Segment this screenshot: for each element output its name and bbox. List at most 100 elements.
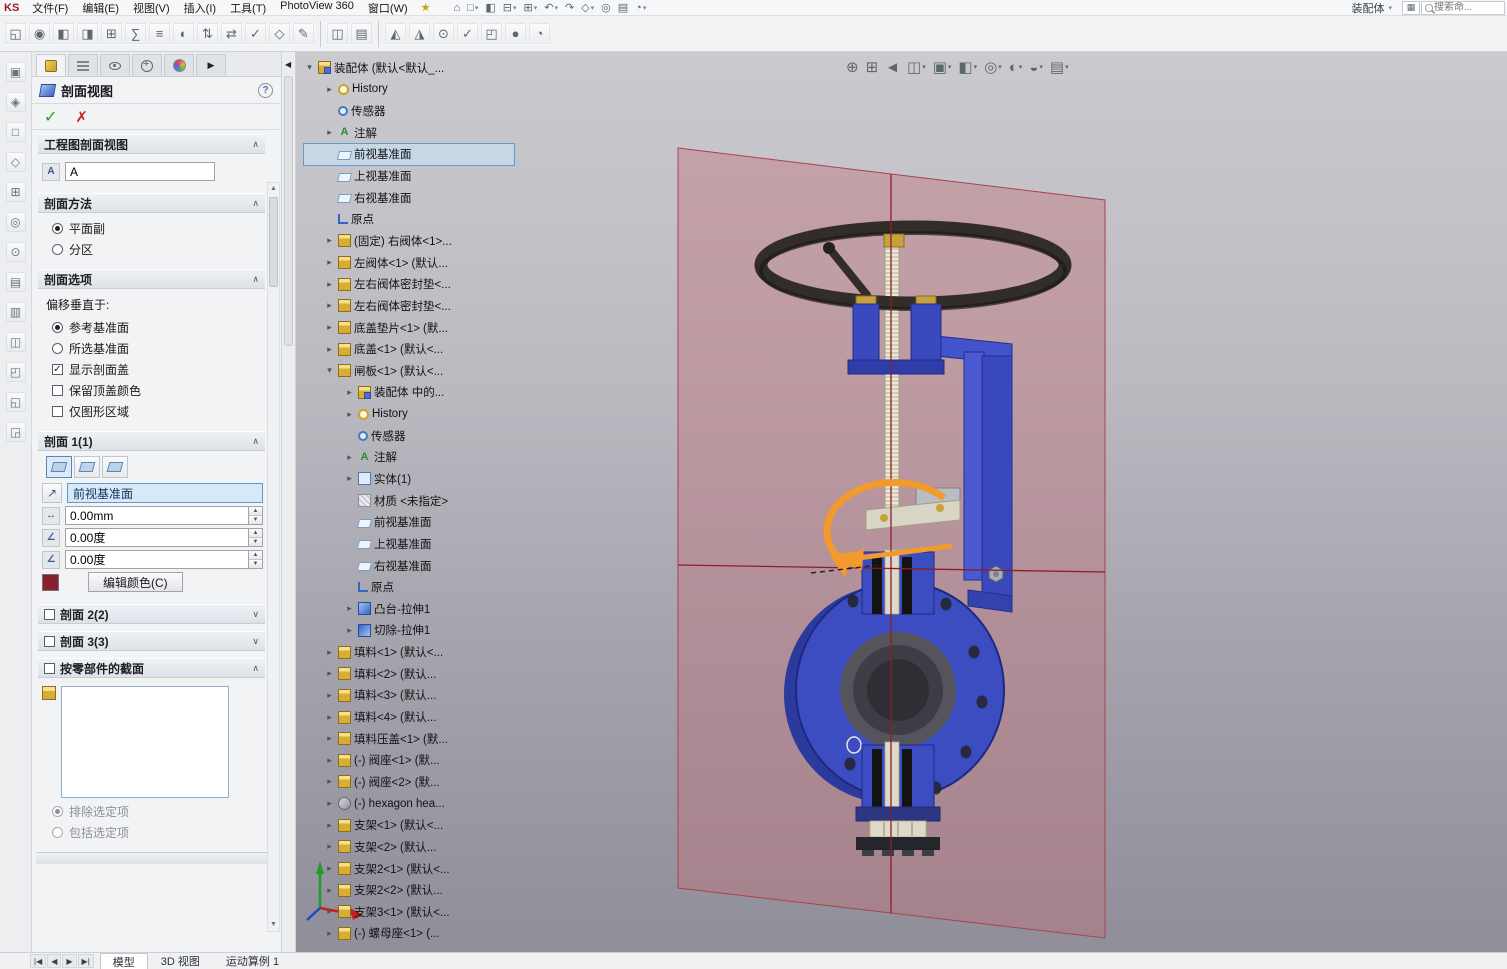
- tree-item[interactable]: ▸ 填料<4> (默认...: [304, 706, 514, 728]
- tool-icon-4[interactable]: ◨: [76, 22, 99, 45]
- expand-arrow-icon[interactable]: ▸: [324, 279, 335, 290]
- collapse-chevron-icon[interactable]: ∨: [252, 609, 259, 620]
- tree-item[interactable]: ▸ 凸台-拉伸1: [304, 598, 514, 620]
- study-nav-button-2[interactable]: ▶: [62, 954, 77, 968]
- view-settings-icon[interactable]: ▤ ▾: [1050, 58, 1069, 76]
- check-option[interactable]: 保留顶盖颜色: [42, 380, 263, 401]
- expand-arrow-icon[interactable]: ▸: [324, 928, 335, 939]
- tool-icon-14[interactable]: ◫: [326, 22, 349, 45]
- tab-collapse[interactable]: ▶: [196, 54, 226, 76]
- radio-option[interactable]: 所选基准面: [42, 338, 263, 359]
- cancel-button[interactable]: ✗: [75, 108, 88, 126]
- side-tool-icon-5[interactable]: ⊞: [5, 182, 26, 202]
- tree-item[interactable]: ▸ 填料<1> (默认<...: [304, 641, 514, 663]
- tree-item[interactable]: ▸ 底盖<1> (默认<...: [304, 338, 514, 360]
- tool-icon-3[interactable]: ◧: [52, 22, 75, 45]
- radio-option[interactable]: 排除选定项: [42, 801, 263, 822]
- chevron-down-icon[interactable]: ▾: [1039, 63, 1043, 71]
- tool-icon-21[interactable]: ●: [504, 22, 527, 45]
- radio-icon[interactable]: [52, 223, 63, 234]
- expand-arrow-icon[interactable]: ▸: [324, 647, 335, 658]
- y-rotation-input[interactable]: [65, 550, 248, 569]
- check-icon[interactable]: [52, 385, 63, 396]
- tool-icon-15[interactable]: ▤: [350, 22, 373, 45]
- tool-icon-12[interactable]: ◇: [268, 22, 291, 45]
- section-label-input[interactable]: [65, 162, 215, 181]
- expand-arrow-icon[interactable]: ▸: [344, 409, 355, 420]
- expand-arrow-icon[interactable]: ▸: [344, 452, 355, 463]
- tree-item[interactable]: ▸ 支架2<2> (默认...: [304, 879, 514, 901]
- redo-icon[interactable]: ↷: [562, 1, 577, 15]
- expand-arrow-icon[interactable]: ▸: [324, 776, 335, 787]
- spinner-buttons[interactable]: ▲ ▼: [248, 528, 263, 547]
- tree-item[interactable]: ▸ (-) 螺母座<1> (...: [304, 923, 514, 945]
- expand-arrow-icon[interactable]: ▾: [304, 62, 315, 73]
- scroll-up-icon[interactable]: ▲: [270, 183, 277, 195]
- hex-bolt[interactable]: [988, 565, 1004, 583]
- tree-item[interactable]: ▸ 注解: [304, 122, 514, 144]
- tree-item[interactable]: 前视基准面: [304, 511, 514, 533]
- radio-option[interactable]: 平面副: [42, 218, 263, 239]
- study-nav-button-1[interactable]: ◀: [47, 954, 62, 968]
- scroll-track[interactable]: [268, 195, 279, 919]
- side-tool-icon-3[interactable]: □: [5, 122, 26, 142]
- menu-item[interactable]: 文件(F): [25, 0, 75, 17]
- check-option[interactable]: 仅图形区域: [42, 401, 263, 422]
- tree-item[interactable]: ▸ 实体(1): [304, 468, 514, 490]
- tree-item[interactable]: 材质 <未指定>: [304, 490, 514, 512]
- expand-arrow-icon[interactable]: ▸: [324, 690, 335, 701]
- side-tool-icon-6[interactable]: ◎: [5, 212, 26, 232]
- tool-icon-1[interactable]: ◱: [4, 22, 27, 45]
- favorites-star-icon[interactable]: ★: [415, 1, 437, 14]
- radio-icon[interactable]: [52, 806, 63, 817]
- expand-arrow-icon[interactable]: ▸: [344, 603, 355, 614]
- right-plane-button[interactable]: [102, 456, 128, 478]
- tree-item[interactable]: 上视基准面: [304, 533, 514, 555]
- group-section-1-header[interactable]: 剖面 1(1) ∧: [38, 431, 265, 451]
- tree-item[interactable]: 原点: [304, 208, 514, 230]
- offset-distance-input[interactable]: [65, 506, 248, 525]
- radio-option[interactable]: 分区: [42, 239, 263, 260]
- tree-item[interactable]: ▸ (固定) 右阀体<1>...: [304, 230, 514, 252]
- expand-arrow-icon[interactable]: ▸: [324, 235, 335, 246]
- tool-icon-9[interactable]: ⇅: [196, 22, 219, 45]
- tool-icon-19[interactable]: ✓: [456, 22, 479, 45]
- tree-item[interactable]: ▸ History: [304, 79, 514, 101]
- tree-item[interactable]: ▸ 填料<3> (默认...: [304, 685, 514, 707]
- check-icon[interactable]: [52, 406, 63, 417]
- previous-view-icon[interactable]: ◄: [885, 59, 900, 76]
- tree-item[interactable]: 右视基准面: [304, 555, 514, 577]
- spin-down-icon[interactable]: ▼: [249, 559, 262, 568]
- tree-item[interactable]: ▸ (-) 阀座<1> (默...: [304, 750, 514, 772]
- expand-arrow-icon[interactable]: ▸: [324, 798, 335, 809]
- options-icon[interactable]: ◔ ▾: [632, 1, 649, 15]
- graphics-viewport[interactable]: ⊕ ⊞ ◄ ◫ ▾ ▣ ▾ ◧ ▾ ◎ ▾ ◐ ▾ ◒ ▾ ▤ ▾ ▾ 装配体 (默认<默认_... ▸ Histor…: [296, 52, 1507, 952]
- collapse-chevron-icon[interactable]: ∧: [252, 274, 259, 285]
- tree-item[interactable]: ▸ History: [304, 403, 514, 425]
- check-icon[interactable]: ✓: [52, 364, 63, 375]
- expand-arrow-icon[interactable]: ▸: [324, 863, 335, 874]
- expand-arrow-icon[interactable]: ▸: [324, 344, 335, 355]
- tree-item[interactable]: ▸ 左阀体<1> (默认...: [304, 252, 514, 274]
- tool-icon-10[interactable]: ⇄: [220, 22, 243, 45]
- side-tool-icon-2[interactable]: ◈: [5, 92, 26, 112]
- tab-运动算例 1[interactable]: 运动算例 1: [213, 953, 292, 969]
- chevron-down-icon[interactable]: ▾: [922, 63, 926, 71]
- expand-arrow-icon[interactable]: ▸: [324, 733, 335, 744]
- side-tool-icon-4[interactable]: ◇: [5, 152, 26, 172]
- zoom-area-icon[interactable]: ⊞: [866, 58, 879, 76]
- tree-item[interactable]: 前视基准面: [303, 142, 515, 167]
- spin-up-icon[interactable]: ▲: [249, 529, 262, 537]
- file-properties-icon[interactable]: ▤: [615, 1, 631, 15]
- tool-icon-13[interactable]: ✎: [292, 22, 315, 45]
- select-icon[interactable]: ◇ ▾: [578, 1, 597, 15]
- radio-option[interactable]: 参考基准面: [42, 317, 263, 338]
- edit-appearance-icon[interactable]: ◐ ▾: [1009, 59, 1023, 76]
- panel-splitter[interactable]: ◀: [282, 52, 296, 952]
- x-rotation-input[interactable]: [65, 528, 248, 547]
- tree-item[interactable]: 传感器: [304, 100, 514, 122]
- apply-scene-icon[interactable]: ◒ ▾: [1029, 59, 1043, 76]
- tree-item[interactable]: ▾ 闸板<1> (默认<...: [304, 360, 514, 382]
- side-tool-icon-13[interactable]: ◲: [5, 422, 26, 442]
- tree-item[interactable]: 传感器: [304, 425, 514, 447]
